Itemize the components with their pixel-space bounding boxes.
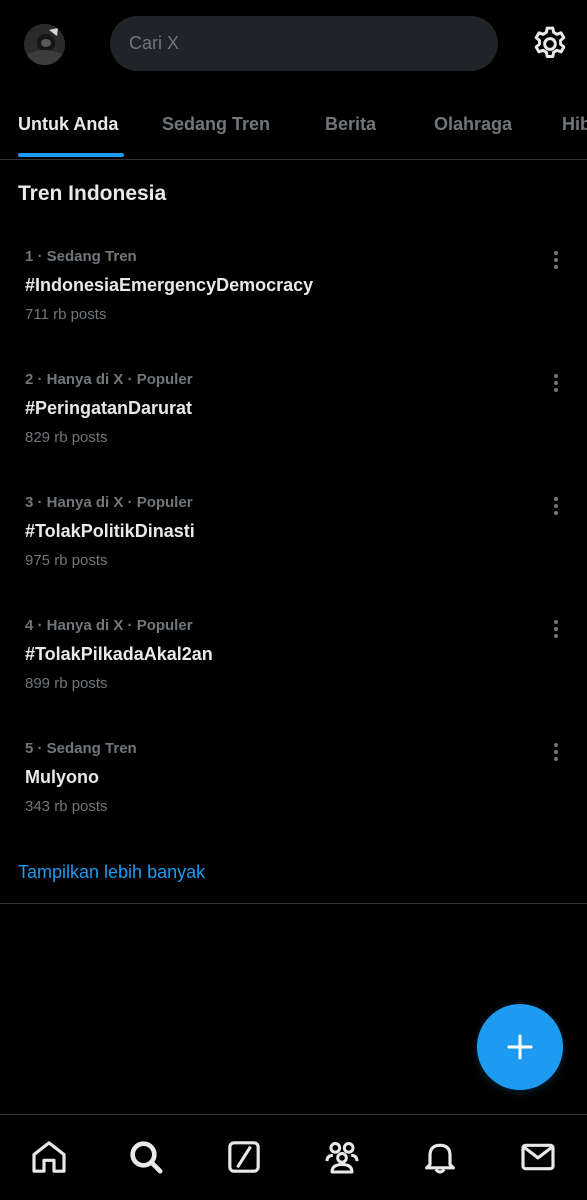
tab-sedang-tren[interactable]: Sedang Tren <box>162 114 270 135</box>
bottom-navigation <box>0 1114 587 1200</box>
tab-bar: Untuk Anda Sedang Tren Berita Olahraga H… <box>0 90 587 160</box>
nav-grok[interactable] <box>224 1137 264 1177</box>
more-options-button[interactable] <box>545 494 567 518</box>
nav-notifications[interactable] <box>420 1137 460 1177</box>
nav-messages[interactable] <box>518 1137 558 1177</box>
trend-name: #PeringatanDarurat <box>25 398 193 418</box>
nav-home[interactable] <box>29 1137 69 1177</box>
trend-meta: 1 · Sedang Tren <box>25 248 137 265</box>
more-vertical-icon <box>554 497 558 515</box>
section-title: Tren Indonesia <box>18 182 167 205</box>
search-icon <box>130 1141 163 1174</box>
more-options-button[interactable] <box>545 617 567 641</box>
active-tab-indicator <box>18 153 124 157</box>
trend-post-count: 975 rb posts <box>25 552 108 569</box>
trend-post-count: 829 rb posts <box>25 429 108 446</box>
trend-post-count: 899 rb posts <box>25 675 108 692</box>
divider <box>0 903 587 904</box>
trend-item[interactable]: 5 · Sedang Tren Mulyono 343 rb posts <box>0 740 587 850</box>
plus-icon <box>507 1034 533 1060</box>
trend-item[interactable]: 2 · Hanya di X · Populer #PeringatanDaru… <box>0 371 587 481</box>
show-more-link[interactable]: Tampilkan lebih banyak <box>18 862 205 883</box>
more-vertical-icon <box>554 620 558 638</box>
trend-name: Mulyono <box>25 767 99 787</box>
trend-name: #IndonesiaEmergencyDemocracy <box>25 275 314 295</box>
trend-item[interactable]: 4 · Hanya di X · Populer #TolakPilkadaAk… <box>0 617 587 727</box>
trend-name: #TolakPolitikDinasti <box>25 521 195 541</box>
more-options-button[interactable] <box>545 248 567 272</box>
trend-meta: 3 · Hanya di X · Populer <box>25 494 193 511</box>
grok-icon <box>228 1141 260 1173</box>
trend-post-count: 711 rb posts <box>25 306 107 323</box>
avatar[interactable] <box>24 24 65 65</box>
mail-icon <box>521 1143 555 1171</box>
more-vertical-icon <box>554 743 558 761</box>
settings-button[interactable] <box>530 24 570 64</box>
trend-meta: 4 · Hanya di X · Populer <box>25 617 193 634</box>
home-icon <box>32 1141 66 1173</box>
more-vertical-icon <box>554 251 558 269</box>
nav-search[interactable] <box>126 1137 166 1177</box>
more-vertical-icon <box>554 374 558 392</box>
trend-post-count: 343 rb posts <box>25 798 108 815</box>
top-bar <box>0 0 587 90</box>
more-options-button[interactable] <box>545 740 567 764</box>
explore-page: Untuk Anda Sedang Tren Berita Olahraga H… <box>0 0 587 1200</box>
tab-olahraga[interactable]: Olahraga <box>434 114 512 135</box>
trend-item[interactable]: 3 · Hanya di X · Populer #TolakPolitikDi… <box>0 494 587 604</box>
communities-icon <box>325 1142 359 1174</box>
tab-hiburan[interactable]: Hiburan <box>562 114 587 135</box>
bell-icon <box>425 1143 455 1174</box>
gear-icon <box>534 26 566 58</box>
trend-item[interactable]: 1 · Sedang Tren #IndonesiaEmergencyDemoc… <box>0 248 587 358</box>
compose-post-button[interactable] <box>477 1004 563 1090</box>
user-avatar-icon <box>24 24 65 65</box>
tab-untuk-anda[interactable]: Untuk Anda <box>18 114 118 135</box>
nav-communities[interactable] <box>322 1137 362 1177</box>
trend-name: #TolakPilkadaAkal2an <box>25 644 213 664</box>
trend-meta: 2 · Hanya di X · Populer <box>25 371 193 388</box>
tab-berita[interactable]: Berita <box>325 114 376 135</box>
search-input[interactable] <box>110 16 498 71</box>
more-options-button[interactable] <box>545 371 567 395</box>
trend-meta: 5 · Sedang Tren <box>25 740 137 757</box>
